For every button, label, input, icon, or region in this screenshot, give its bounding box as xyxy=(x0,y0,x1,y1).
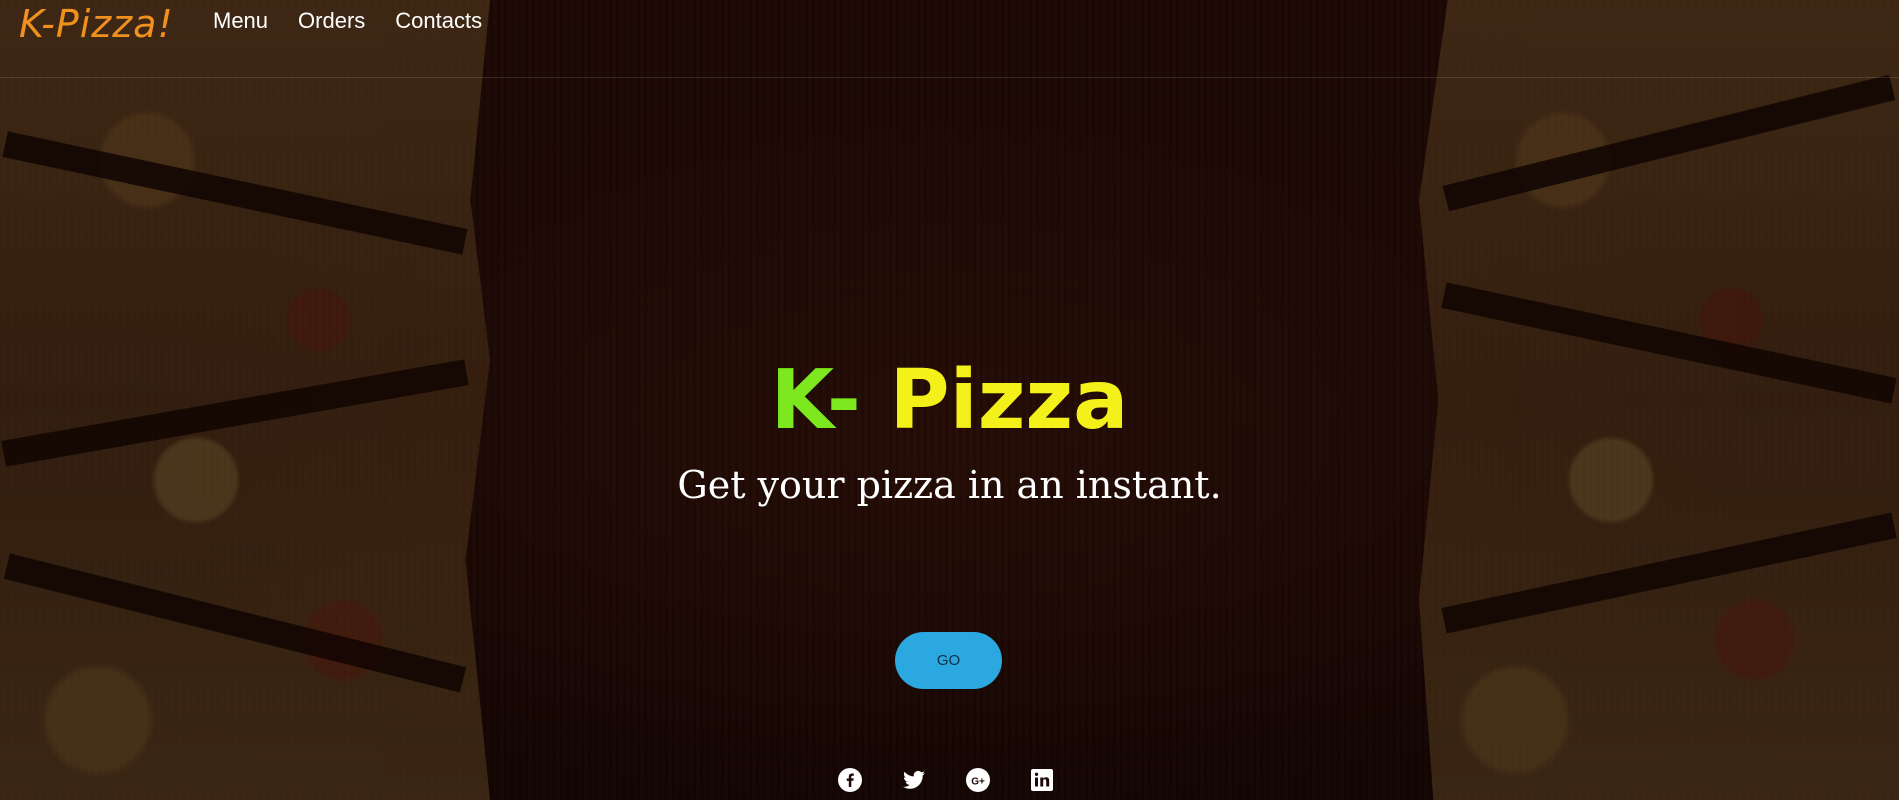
main-nav: Menu Orders Contacts xyxy=(213,8,482,34)
hero-title: K- Pizza xyxy=(0,360,1899,442)
nav-link-menu[interactable]: Menu xyxy=(213,8,268,34)
nav-link-orders[interactable]: Orders xyxy=(298,8,365,34)
google-plus-icon[interactable]: G+ xyxy=(966,768,990,792)
nav-link-contacts[interactable]: Contacts xyxy=(395,8,482,34)
go-button[interactable]: GO xyxy=(895,632,1002,689)
twitter-icon[interactable] xyxy=(902,768,926,792)
hero-title-main: Pizza xyxy=(889,353,1129,448)
social-links: G+ xyxy=(838,768,1054,792)
top-navbar: K-Pizza! Menu Orders Contacts xyxy=(0,0,1899,78)
brand-logo-link[interactable]: K-Pizza! xyxy=(19,2,174,46)
linkedin-icon[interactable] xyxy=(1030,768,1054,792)
svg-text:G+: G+ xyxy=(971,776,985,787)
facebook-icon[interactable] xyxy=(838,768,862,792)
hero-title-prefix: K- xyxy=(770,353,861,448)
hero-subtitle: Get your pizza in an instant. xyxy=(677,463,1222,507)
